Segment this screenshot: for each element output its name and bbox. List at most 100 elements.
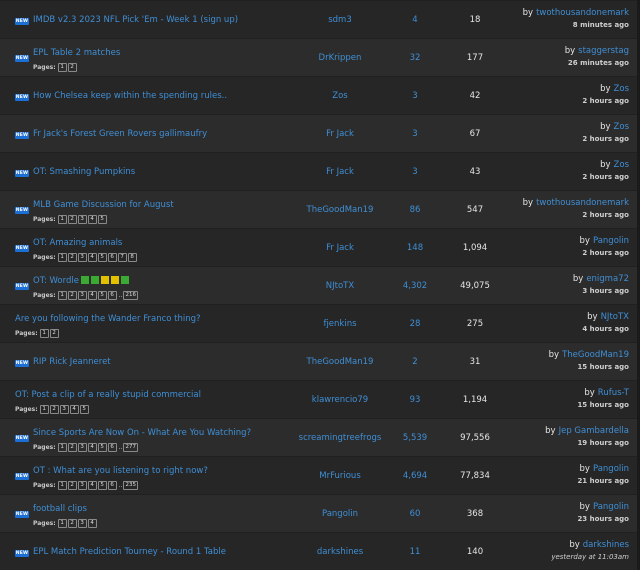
page-link[interactable]: 3 (77, 443, 87, 452)
page-link[interactable]: 6 (107, 253, 117, 262)
page-link[interactable]: 3 (59, 405, 69, 414)
page-link[interactable]: 1 (57, 519, 67, 528)
page-link[interactable]: 5 (97, 443, 107, 452)
last-post-user-link[interactable]: NJtoTX (601, 312, 629, 322)
page-link[interactable]: 4 (87, 291, 97, 300)
page-link[interactable]: 6 (107, 481, 117, 490)
topic-title-link[interactable]: EPL Match Prediction Tourney - Round 1 T… (33, 547, 226, 557)
topic-author-link[interactable]: Pangolin (280, 509, 400, 519)
page-link[interactable]: 4 (69, 405, 79, 414)
last-post-user-link[interactable]: twothousandonemark (536, 8, 629, 18)
topic-title-link[interactable]: IMDB v2.3 2023 NFL Pick 'Em - Week 1 (si… (33, 15, 238, 25)
topic-author-link[interactable]: Zos (280, 91, 400, 101)
last-post-user-link[interactable]: Pangolin (593, 502, 629, 512)
page-link[interactable]: 3 (77, 253, 87, 262)
last-post-user-link[interactable]: Pangolin (593, 236, 629, 246)
topic-author-link[interactable]: DrKrippen (280, 53, 400, 63)
page-link[interactable]: 4 (87, 215, 97, 224)
page-link[interactable]: 1 (57, 215, 67, 224)
page-link[interactable]: 1 (39, 405, 49, 414)
page-link[interactable]: 1 (57, 63, 67, 72)
page-link[interactable]: 2 (67, 443, 77, 452)
last-post-user-link[interactable]: Zos (614, 84, 629, 94)
last-post-user-link[interactable]: darkshines (583, 540, 629, 550)
topic-author-link[interactable]: Fr Jack (280, 129, 400, 139)
reply-count[interactable]: 3 (385, 129, 445, 139)
page-link[interactable]: 8 (127, 253, 137, 262)
page-link[interactable]: 6 (107, 443, 117, 452)
page-link[interactable]: 1 (57, 481, 67, 490)
topic-author-link[interactable]: Fr Jack (280, 243, 400, 253)
last-post-user-link[interactable]: Jep Gambardella (559, 426, 629, 436)
topic-author-link[interactable]: TheGoodMan19 (280, 205, 400, 215)
page-link[interactable]: 5 (79, 405, 89, 414)
reply-count[interactable]: 11 (385, 547, 445, 557)
page-link[interactable]: 6 (107, 291, 117, 300)
last-post-user-link[interactable]: enigma72 (586, 274, 629, 284)
topic-title-link[interactable]: How Chelsea keep within the spending rul… (33, 91, 227, 101)
page-link[interactable]: 2 (67, 253, 77, 262)
reply-count[interactable]: 4 (385, 15, 445, 25)
last-post-user-link[interactable]: Pangolin (593, 464, 629, 474)
reply-count[interactable]: 4,302 (385, 281, 445, 291)
topic-author-link[interactable]: NJtoTX (280, 281, 400, 291)
topic-title-link[interactable]: MLB Game Discussion for August (33, 200, 174, 210)
topic-author-link[interactable]: fjenkins (280, 319, 400, 329)
topic-title-link[interactable]: RIP Rick Jeanneret (33, 357, 111, 367)
page-link[interactable]: 1 (57, 291, 67, 300)
topic-author-link[interactable]: MrFurious (280, 471, 400, 481)
reply-count[interactable]: 148 (385, 243, 445, 253)
page-link[interactable]: 5 (97, 215, 107, 224)
page-link[interactable]: 2 (49, 329, 59, 338)
page-link[interactable]: 216 (123, 291, 138, 300)
reply-count[interactable]: 4,694 (385, 471, 445, 481)
page-link[interactable]: 2 (67, 291, 77, 300)
page-link[interactable]: 277 (123, 443, 138, 452)
page-link[interactable]: 5 (97, 291, 107, 300)
topic-title-link[interactable]: Are you following the Wander Franco thin… (15, 314, 201, 324)
page-link[interactable]: 2 (67, 519, 77, 528)
topic-title-link[interactable]: OT: Smashing Pumpkins (33, 167, 135, 177)
reply-count[interactable]: 28 (385, 319, 445, 329)
topic-title-link[interactable]: football clips (33, 504, 87, 514)
topic-title-link[interactable]: OT: Wordle (33, 276, 129, 286)
page-link[interactable]: 4 (87, 253, 97, 262)
page-link[interactable]: 3 (77, 481, 87, 490)
topic-author-link[interactable]: darkshines (280, 547, 400, 557)
topic-title-link[interactable]: OT : What are you listening to right now… (33, 466, 208, 476)
page-link[interactable]: 4 (87, 481, 97, 490)
page-link[interactable]: 5 (97, 481, 107, 490)
topic-author-link[interactable]: TheGoodMan19 (280, 357, 400, 367)
topic-title-link[interactable]: OT: Amazing animals (33, 238, 122, 248)
last-post-user-link[interactable]: Rufus-T (598, 388, 629, 398)
page-link[interactable]: 1 (57, 443, 67, 452)
topic-title-link[interactable]: Since Sports Are Now On - What Are You W… (33, 428, 251, 438)
topic-title-link[interactable]: OT: Post a clip of a really stupid comme… (15, 390, 201, 400)
page-link[interactable]: 2 (67, 63, 77, 72)
reply-count[interactable]: 5,539 (385, 433, 445, 443)
page-link[interactable]: 3 (77, 215, 87, 224)
page-link[interactable]: 3 (77, 519, 87, 528)
last-post-user-link[interactable]: staggerstag (578, 46, 629, 56)
reply-count[interactable]: 32 (385, 53, 445, 63)
topic-title-link[interactable]: Fr Jack's Forest Green Rovers gallimaufr… (33, 129, 207, 139)
page-link[interactable]: 2 (67, 215, 77, 224)
page-link[interactable]: 235 (123, 481, 138, 490)
topic-author-link[interactable]: klawrencio79 (280, 395, 400, 405)
page-link[interactable]: 4 (87, 519, 97, 528)
topic-author-link[interactable]: screamingtreefrogs (280, 433, 400, 443)
reply-count[interactable]: 60 (385, 509, 445, 519)
last-post-user-link[interactable]: TheGoodMan19 (562, 350, 629, 360)
page-link[interactable]: 5 (97, 253, 107, 262)
reply-count[interactable]: 2 (385, 357, 445, 367)
reply-count[interactable]: 86 (385, 205, 445, 215)
topic-title-link[interactable]: EPL Table 2 matches (33, 48, 120, 58)
last-post-user-link[interactable]: twothousandonemark (536, 198, 629, 208)
reply-count[interactable]: 3 (385, 167, 445, 177)
page-link[interactable]: 4 (87, 443, 97, 452)
page-link[interactable]: 7 (117, 253, 127, 262)
last-post-user-link[interactable]: Zos (614, 122, 629, 132)
page-link[interactable]: 2 (49, 405, 59, 414)
last-post-user-link[interactable]: Zos (614, 160, 629, 170)
page-link[interactable]: 3 (77, 291, 87, 300)
